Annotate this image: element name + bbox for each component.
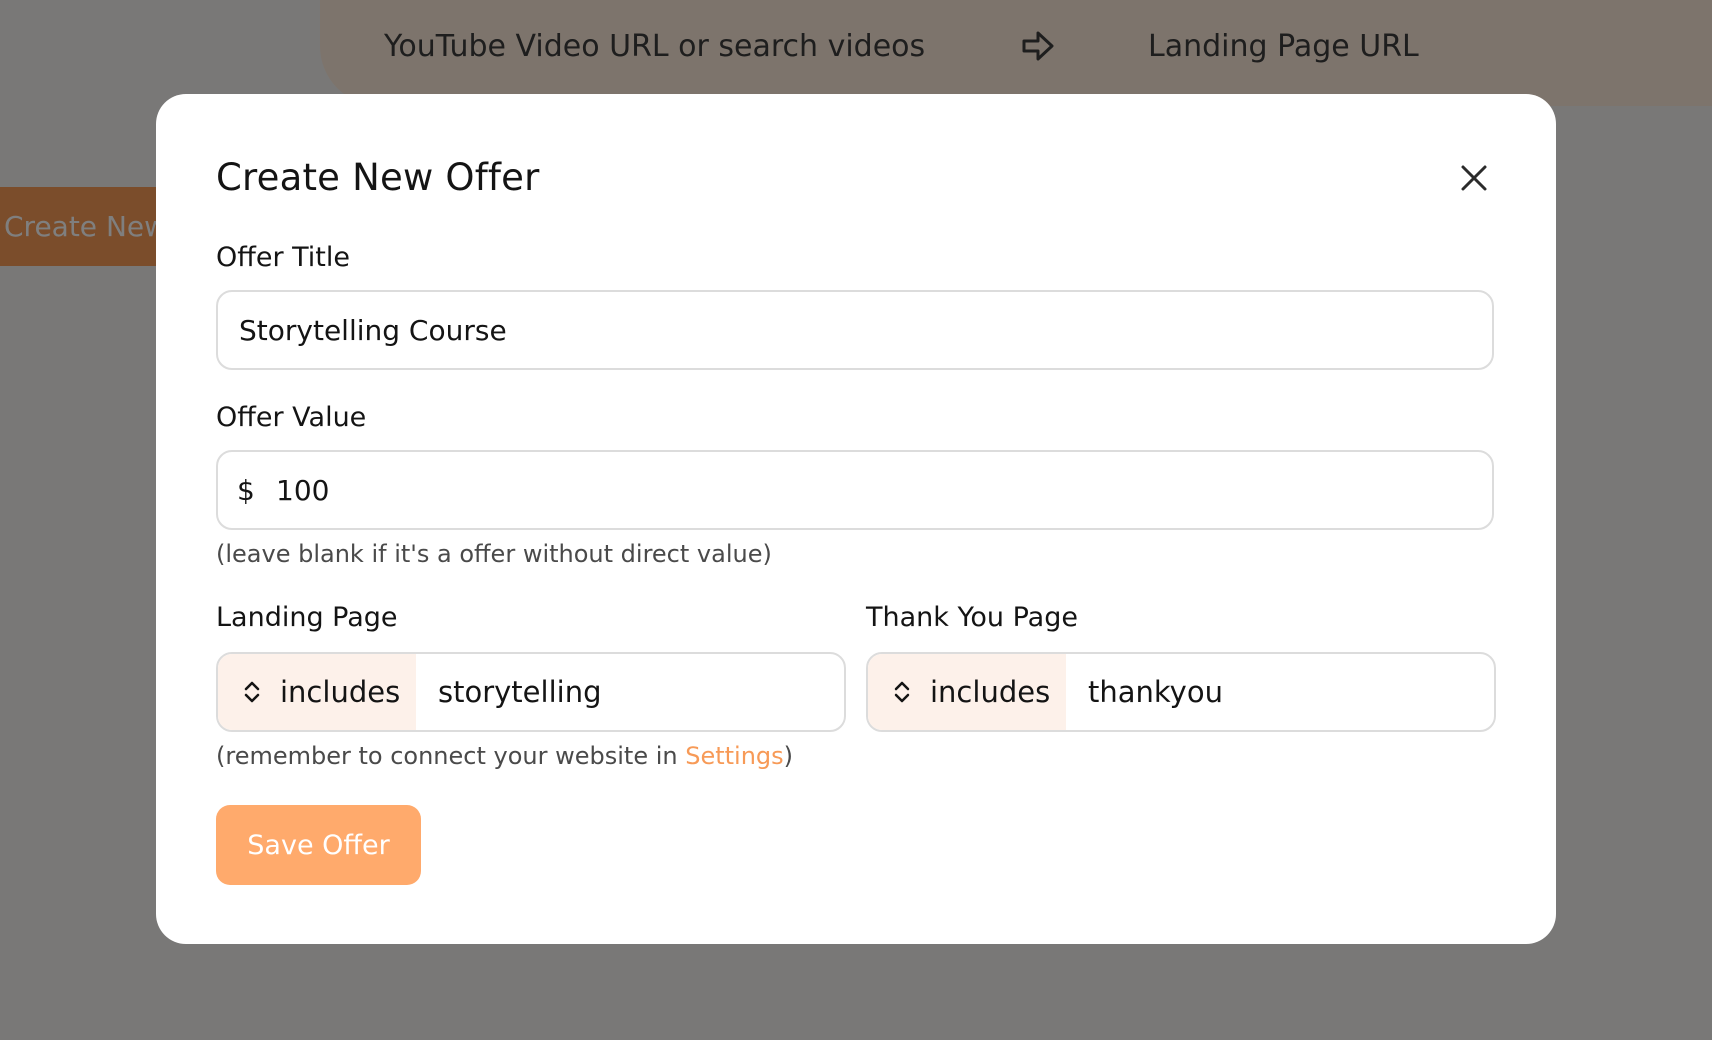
offer-value-input[interactable] — [276, 473, 1492, 507]
close-icon[interactable] — [1456, 160, 1492, 196]
offer-title-label: Offer Title — [216, 242, 351, 273]
offer-value-field[interactable]: $ — [216, 450, 1494, 530]
connect-hint-suffix: ) — [783, 742, 794, 770]
landing-page-label: Landing Page — [216, 602, 398, 633]
save-offer-button[interactable]: Save Offer — [216, 805, 421, 885]
offer-title-field[interactable] — [216, 290, 1494, 370]
chevron-up-down-icon — [244, 681, 260, 703]
chevron-up-down-icon — [894, 681, 910, 703]
currency-symbol: $ — [237, 473, 255, 507]
landing-match-label: includes — [280, 675, 401, 709]
thank-you-page-rule: includes — [866, 652, 1496, 732]
thank-you-page-label: Thank You Page — [866, 602, 1078, 633]
thank-you-match-select[interactable]: includes — [868, 654, 1066, 730]
create-offer-modal: Create New Offer Offer Title Offer Value… — [156, 94, 1556, 944]
connect-hint-prefix: (remember to connect your website in — [216, 742, 686, 770]
landing-page-rule: includes — [216, 652, 846, 732]
landing-page-input[interactable] — [436, 674, 844, 710]
offer-value-hint: (leave blank if it's a offer without dir… — [216, 540, 772, 568]
landing-match-select[interactable]: includes — [218, 654, 416, 730]
offer-title-input[interactable] — [239, 313, 1492, 347]
connect-website-hint: (remember to connect your website in Set… — [216, 742, 793, 770]
thank-you-page-input[interactable] — [1086, 674, 1494, 710]
modal-title: Create New Offer — [216, 156, 540, 199]
thank-you-match-label: includes — [930, 675, 1051, 709]
settings-link[interactable]: Settings — [685, 742, 783, 770]
offer-value-label: Offer Value — [216, 402, 367, 433]
